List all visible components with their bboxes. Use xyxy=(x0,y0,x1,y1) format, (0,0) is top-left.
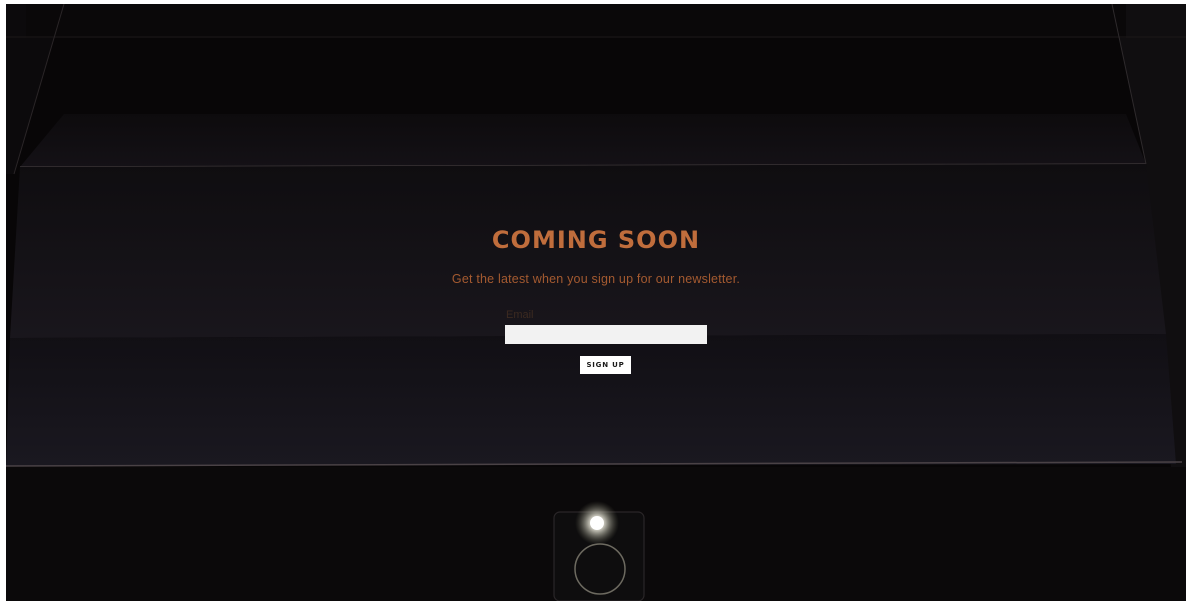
email-field[interactable] xyxy=(505,325,707,344)
hero-section: COMING SOON Get the latest when you sign… xyxy=(6,4,1186,601)
content-overlay: COMING SOON Get the latest when you sign… xyxy=(6,4,1186,601)
email-label: Email xyxy=(506,309,534,321)
page-title: COMING SOON xyxy=(491,226,701,254)
page-subtitle: Get the latest when you sign up for our … xyxy=(451,272,741,286)
sign-up-button[interactable]: SIGN UP xyxy=(580,356,631,374)
